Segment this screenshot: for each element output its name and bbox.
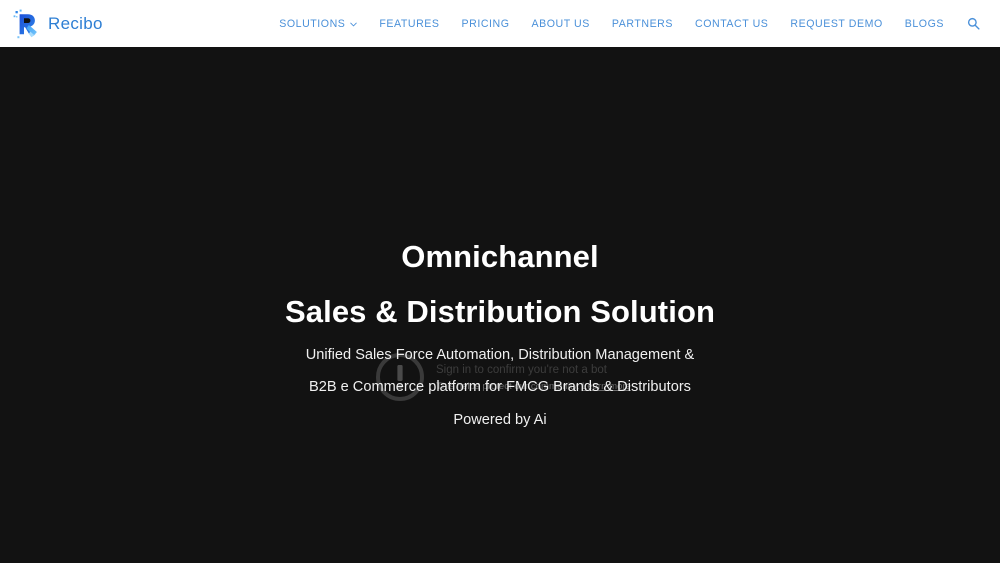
nav-item-blogs[interactable]: BLOGS (894, 14, 955, 34)
hero-subtitle-line-2: B2B e Commerce platform for FMCG Brands … (309, 379, 691, 396)
nav-item-contact-us[interactable]: CONTACT US (684, 14, 779, 34)
nav-item-solutions[interactable]: SOLUTIONS (268, 14, 368, 34)
chevron-down-icon (350, 21, 358, 27)
hero-title-line-2: Sales & Distribution Solution (284, 294, 716, 330)
hero-content: Omnichannel Sales & Distribution Solutio… (0, 47, 1000, 563)
hero-title-line-1: Omnichannel (401, 239, 599, 274)
recibo-r-logo-icon (13, 9, 41, 39)
nav-item-partners[interactable]: PARTNERS (601, 14, 684, 34)
nav-item-request-demo[interactable]: REQUEST DEMO (779, 14, 893, 34)
nav-item-features[interactable]: FEATURES (368, 14, 450, 34)
nav-item-about-us[interactable]: ABOUT US (521, 14, 601, 34)
hero-section: Sign in to confirm you're not a bot This… (0, 47, 1000, 563)
search-icon (967, 17, 980, 30)
brand-name: Recibo (48, 13, 103, 33)
nav-item-solutions-label: SOLUTIONS (279, 17, 346, 30)
hero-subtitle-line-3: Powered by Ai (453, 411, 547, 428)
brand-logo-link[interactable]: Recibo (13, 9, 103, 39)
site-header: Recibo SOLUTIONS FEATURES PRICING ABOUT … (0, 0, 1000, 47)
primary-nav: SOLUTIONS FEATURES PRICING ABOUT US PART… (268, 13, 988, 34)
search-button[interactable] (955, 13, 988, 34)
hero-subtitle-line-1: Unified Sales Force Automation, Distribu… (305, 347, 695, 364)
nav-item-pricing[interactable]: PRICING (451, 14, 521, 34)
